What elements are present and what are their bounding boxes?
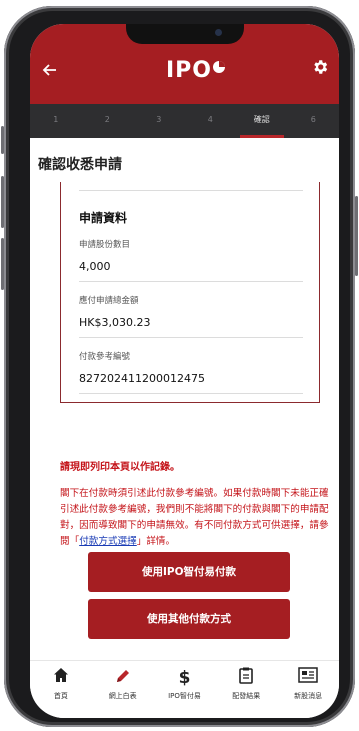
volume-up-button xyxy=(1,176,4,228)
step-3: 3 xyxy=(156,115,162,124)
pay-with-ipo-button[interactable]: 使用IPO智付易付款 xyxy=(88,552,290,592)
nav-eipo[interactable]: 網上白表 xyxy=(92,661,154,718)
step-5-confirm: 確認 xyxy=(236,104,288,138)
paragraph-text-end: 」詳情。 xyxy=(136,536,176,547)
nav-news[interactable]: 新股消息 xyxy=(277,661,339,718)
other-payment-button[interactable]: 使用其他付款方式 xyxy=(88,599,290,639)
phone-frame: IPO 1 2 3 4 確認 6 確認收悉申請 申請資料 申請股份數目 4,00… xyxy=(1,6,358,727)
divider xyxy=(79,190,303,191)
field-label: 付款參考編號 xyxy=(79,352,131,362)
field-row: 應付申請總金額 HK$3,030.23 xyxy=(79,282,303,338)
logo-mark-icon xyxy=(213,61,225,73)
step-indicator: 1 2 3 4 確認 6 xyxy=(30,104,339,138)
nav-label: 網上白表 xyxy=(108,692,137,700)
step-1: 1 xyxy=(53,115,59,124)
gear-icon[interactable] xyxy=(311,58,329,79)
home-icon xyxy=(30,667,92,689)
step-6: 6 xyxy=(310,115,316,124)
payment-reference-paragraph: 閣下在付款時須引述此付款參考編號。如果付款時閣下未能正確引述此付款參考編號，我們… xyxy=(60,486,334,550)
nav-label: 首頁 xyxy=(53,692,68,700)
phone-screen: IPO 1 2 3 4 確認 6 確認收悉申請 申請資料 申請股份數目 4,00… xyxy=(30,24,339,718)
app-logo: IPO xyxy=(166,58,213,83)
print-notice: 請現即列印本頁以作記錄。 xyxy=(60,462,180,473)
field-row: 付款參考編號 827202411200012475 xyxy=(79,338,303,394)
dollar-icon: $ xyxy=(178,668,191,688)
field-value: HK$3,030.23 xyxy=(79,316,151,329)
newspaper-icon xyxy=(277,667,339,689)
volume-down-button xyxy=(1,238,4,290)
power-button xyxy=(355,196,358,276)
field-row: 申請股份數目 4,000 xyxy=(79,226,303,282)
nav-label: IPO智付易 xyxy=(168,692,201,700)
nav-allotment-results[interactable]: 配發結果 xyxy=(215,661,277,718)
card-title: 申請資料 xyxy=(79,211,128,225)
nav-label: 新股消息 xyxy=(294,692,323,700)
step-4: 4 xyxy=(207,115,213,124)
pen-icon xyxy=(92,667,154,689)
payment-methods-link[interactable]: 付款方式選擇 xyxy=(79,536,137,547)
mute-switch xyxy=(1,126,4,154)
back-arrow-icon[interactable] xyxy=(42,61,58,81)
field-value: 827202411200012475 xyxy=(79,372,205,385)
camera-dot xyxy=(215,29,222,36)
nav-ipo-pay[interactable]: $ IPO智付易 xyxy=(154,661,216,718)
bottom-navigation: 首頁 網上白表 $ IPO智付易 配發結果 新股消息 xyxy=(30,660,339,718)
field-label: 申請股份數目 xyxy=(79,240,131,250)
application-details-card: 申請資料 申請股份數目 4,000 應付申請總金額 HK$3,030.23 付款… xyxy=(60,182,320,403)
nav-label: 配發結果 xyxy=(232,692,261,700)
clipboard-icon xyxy=(215,667,277,689)
notch xyxy=(126,24,244,44)
step-2: 2 xyxy=(104,115,110,124)
page-title: 確認收悉申請 xyxy=(38,157,122,173)
field-label: 應付申請總金額 xyxy=(79,296,139,306)
field-value: 4,000 xyxy=(79,260,111,273)
nav-home[interactable]: 首頁 xyxy=(30,661,92,718)
